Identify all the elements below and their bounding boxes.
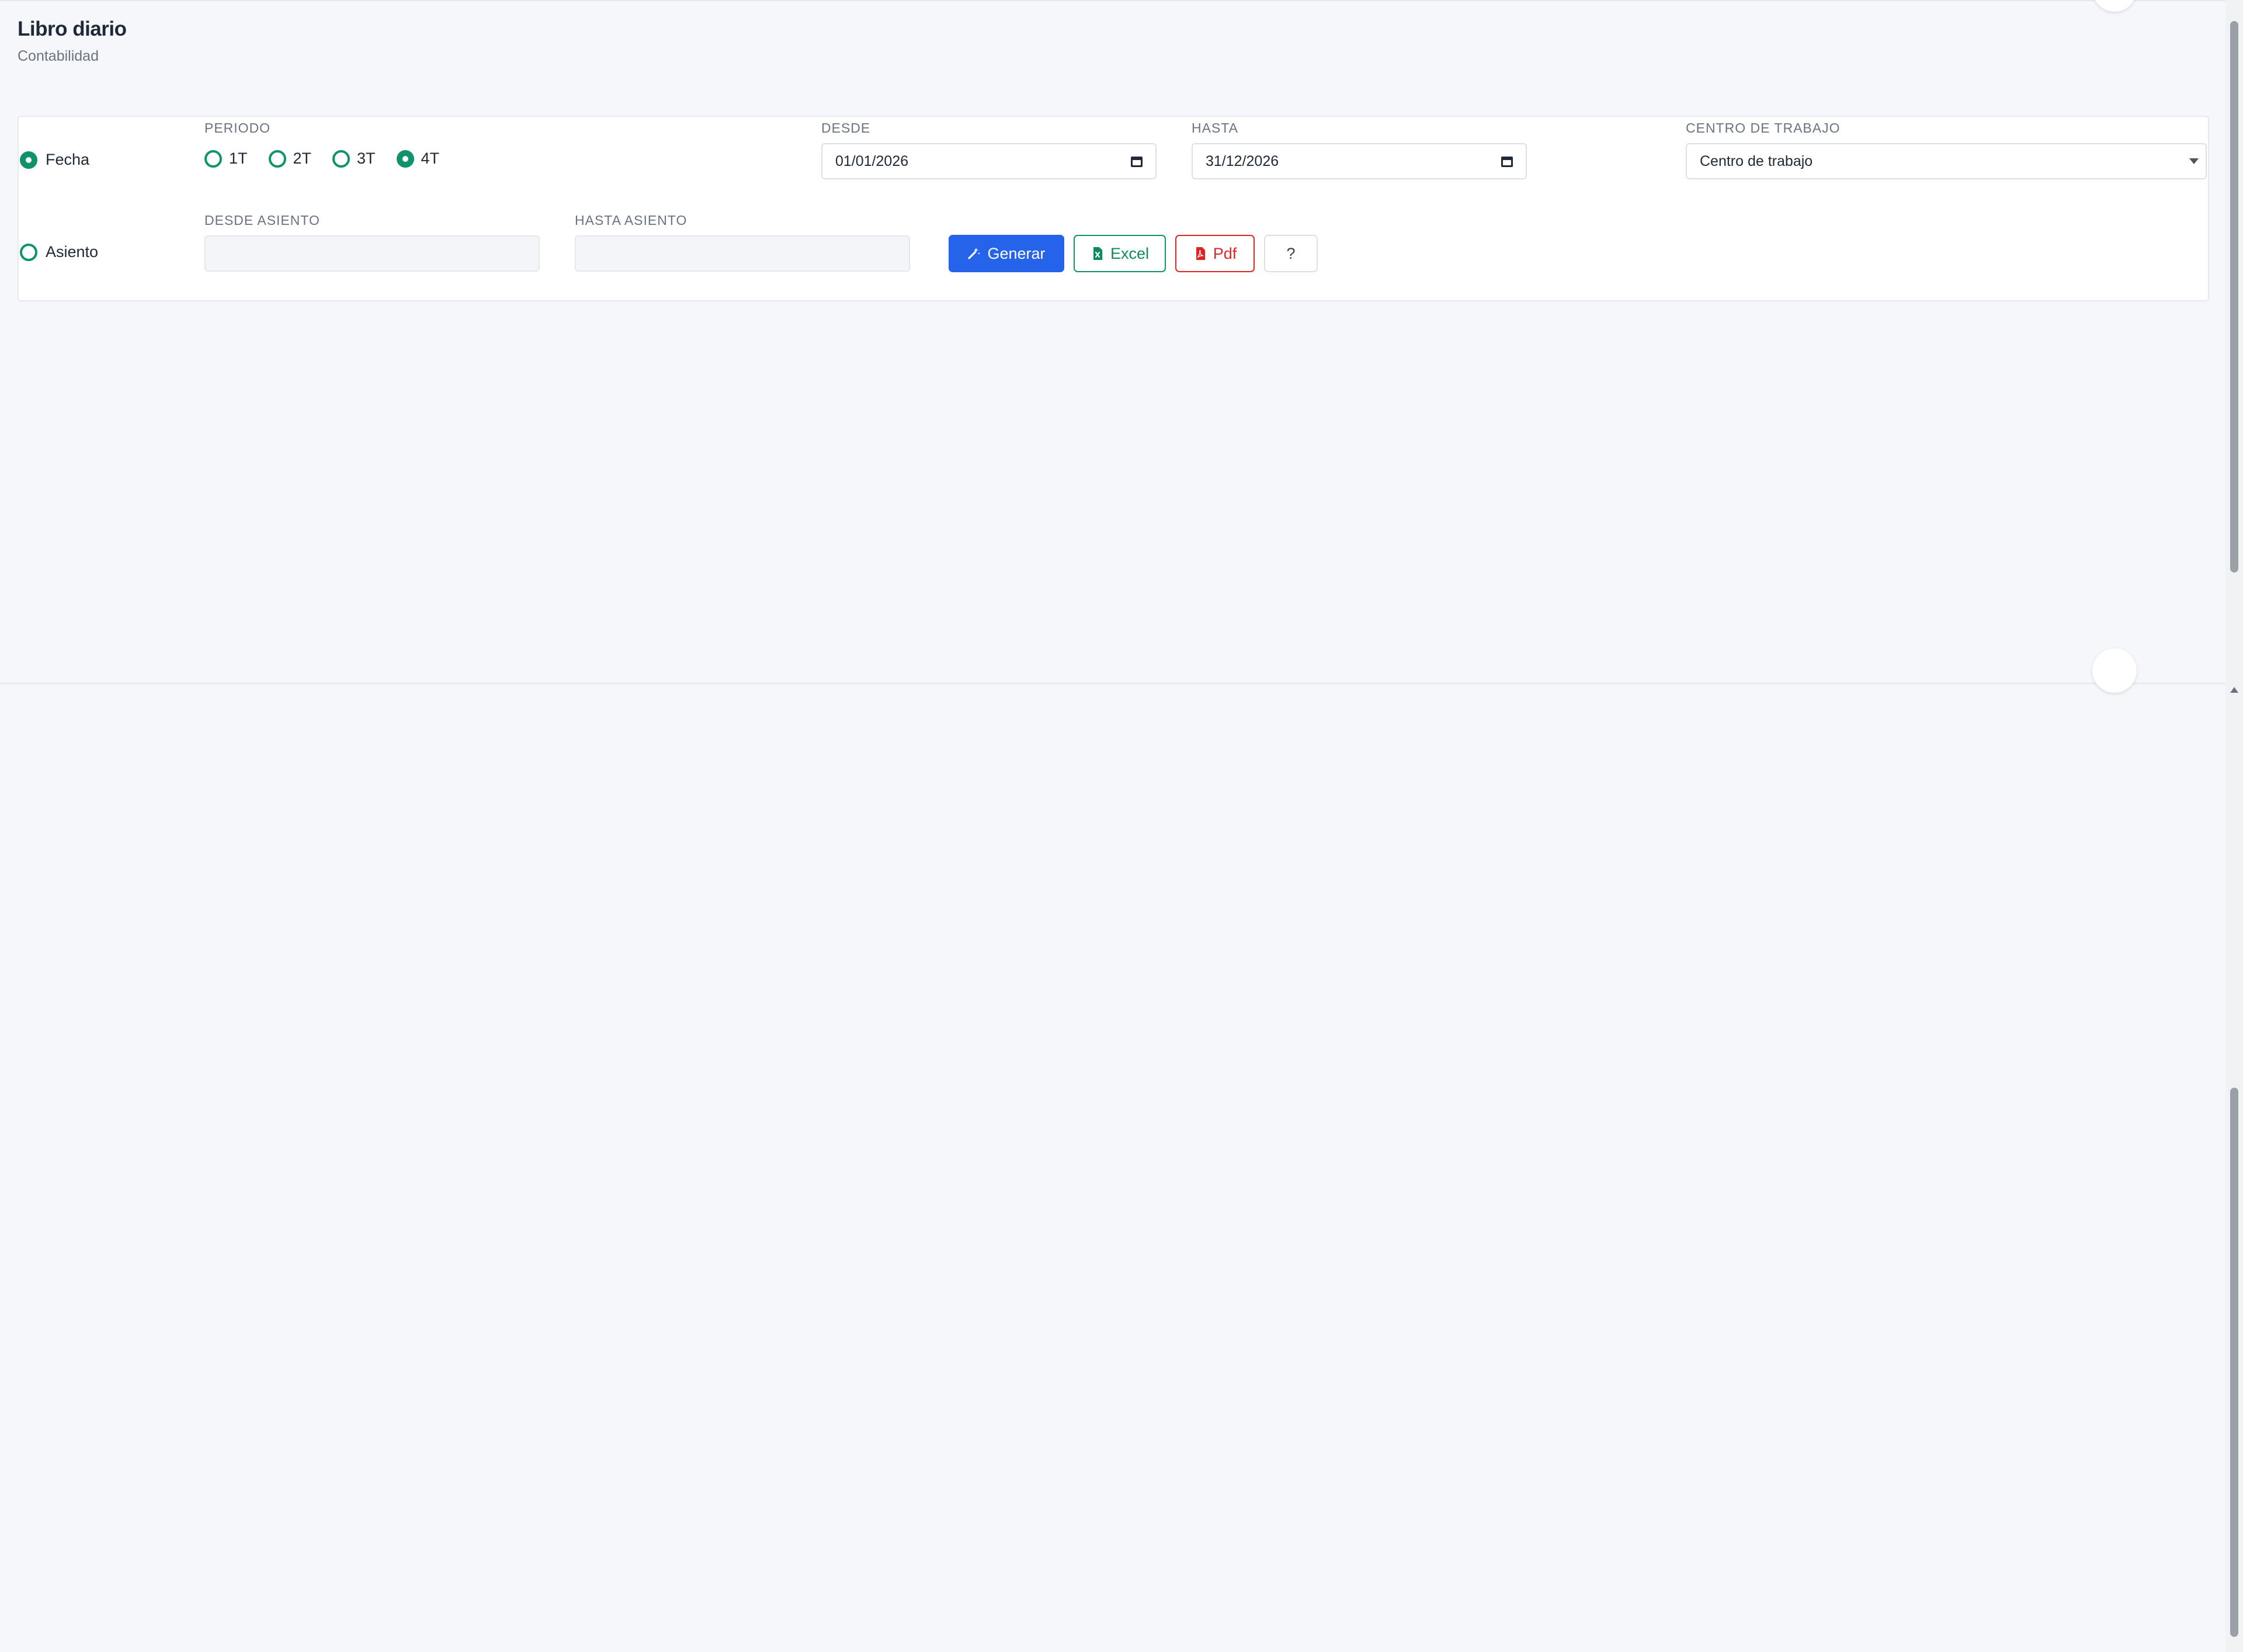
mode-fecha-radio[interactable]: Fecha — [20, 151, 89, 169]
hasta-date-input[interactable]: 31/12/2026 — [1192, 143, 1527, 179]
chevron-down-icon — [2189, 158, 2199, 164]
scrollbar-thumb-top[interactable] — [2230, 21, 2238, 572]
bottom-pane-handle[interactable] — [2092, 648, 2137, 693]
generar-button[interactable]: Generar — [949, 235, 1064, 272]
periodo-2t-label: 2T — [293, 150, 312, 167]
periodo-4t-radio[interactable] — [396, 150, 414, 168]
desde-date-value: 01/01/2026 — [835, 152, 909, 169]
hasta-asiento-input[interactable] — [575, 235, 910, 272]
centro-trabajo-select[interactable]: Centro de trabajo — [1686, 143, 2207, 179]
scrollbar-thumb-bottom[interactable] — [2230, 1088, 2238, 1637]
periodo-3t-label: 3T — [357, 150, 376, 167]
periodo-option-2t[interactable]: 2T — [268, 150, 312, 168]
mode-fecha-label: Fecha — [46, 151, 90, 168]
excel-button[interactable]: Excel — [1074, 235, 1166, 272]
bottom-pane — [0, 648, 2225, 1652]
periodo-2t-radio[interactable] — [268, 150, 286, 168]
pdf-label: Pdf — [1213, 244, 1237, 262]
page-subtitle: Contabilidad — [18, 48, 99, 64]
periodo-1t-label: 1T — [229, 150, 248, 167]
hasta-date-value: 31/12/2026 — [1206, 152, 1279, 169]
centro-trabajo-label: CENTRO DE TRABAJO — [1686, 120, 1841, 136]
generar-label: Generar — [987, 244, 1046, 262]
periodo-3t-radio[interactable] — [332, 150, 350, 168]
scroll-up-arrow-icon[interactable] — [2230, 687, 2238, 693]
magic-wand-icon — [968, 248, 981, 259]
desde-asiento-input[interactable] — [204, 235, 540, 272]
periodo-option-1t[interactable]: 1T — [204, 150, 248, 168]
scrollbar[interactable] — [2225, 0, 2243, 1652]
periodo-group: 1T 2T 3T 4T — [204, 150, 460, 168]
excel-label: Excel — [1110, 244, 1150, 262]
desde-date-input[interactable]: 01/01/2026 — [821, 143, 1157, 179]
calendar-icon[interactable] — [1501, 155, 1513, 167]
file-excel-icon — [1093, 247, 1102, 260]
desde-label: DESDE — [821, 120, 871, 136]
mode-fecha-radio-indicator[interactable] — [20, 151, 37, 169]
page-title: Libro diario — [18, 18, 127, 40]
filter-card: Fecha PERIODO 1T 2T 3T 4T DESDE 01/01/20… — [18, 116, 2209, 301]
periodo-option-4t[interactable]: 4T — [396, 150, 440, 168]
periodo-label: PERIODO — [204, 120, 271, 136]
desde-asiento-label: DESDE ASIENTO — [204, 213, 320, 228]
calendar-icon[interactable] — [1131, 155, 1143, 167]
help-label: ? — [1286, 244, 1296, 262]
mode-asiento-radio-indicator[interactable] — [20, 243, 37, 261]
top-pane: Libro diario Contabilidad Fecha PERIODO … — [0, 0, 2225, 682]
periodo-4t-label: 4T — [421, 150, 440, 167]
centro-trabajo-value: Centro de trabajo — [1700, 152, 1813, 169]
top-pane-handle[interactable] — [2092, 0, 2137, 12]
mode-asiento-radio[interactable]: Asiento — [20, 243, 98, 261]
periodo-option-3t[interactable]: 3T — [332, 150, 376, 168]
pdf-button[interactable]: Pdf — [1175, 235, 1255, 272]
mode-asiento-label: Asiento — [46, 243, 99, 261]
hasta-asiento-label: HASTA ASIENTO — [575, 213, 688, 228]
file-pdf-icon — [1196, 247, 1205, 260]
periodo-1t-radio[interactable] — [204, 150, 222, 168]
help-button[interactable]: ? — [1264, 235, 1318, 272]
hasta-label: HASTA — [1192, 120, 1238, 136]
